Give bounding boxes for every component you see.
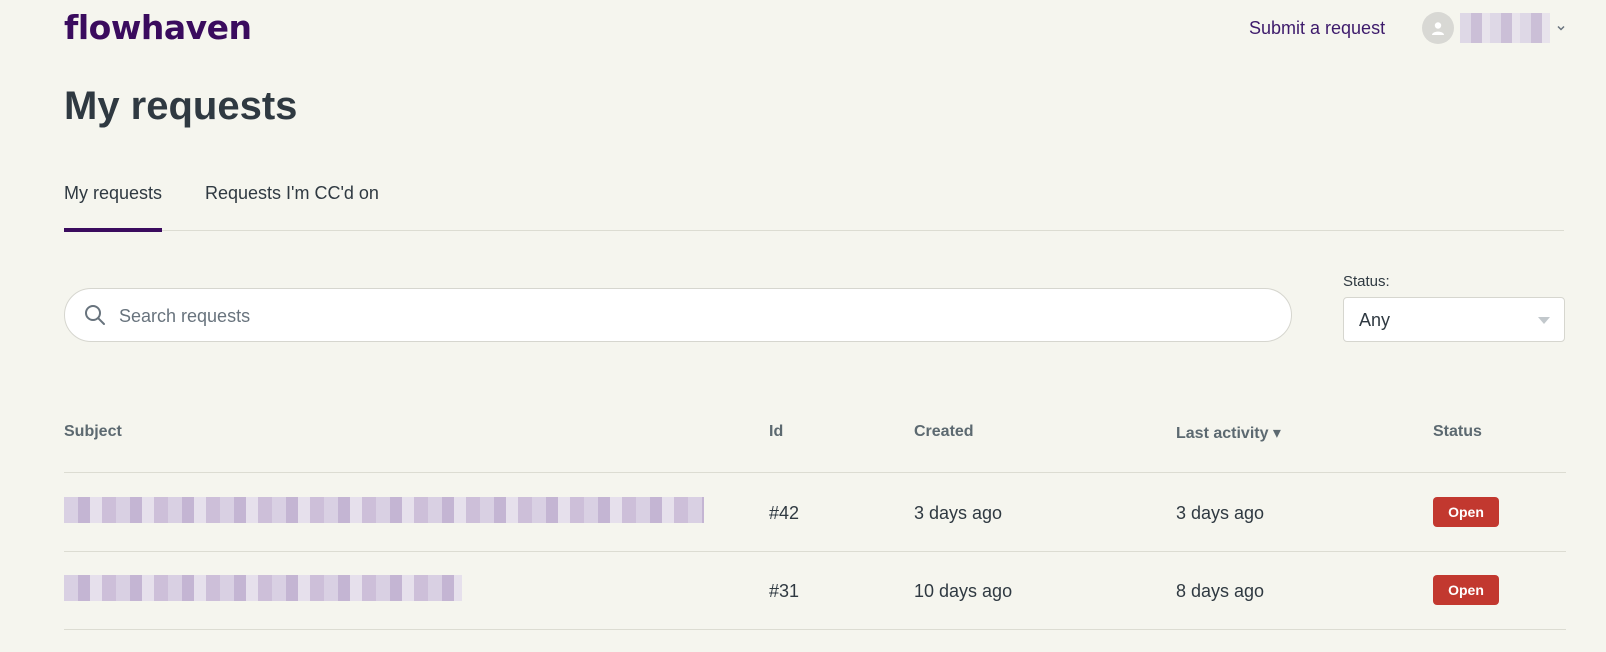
status-filter-value: Any [1359,310,1391,330]
status-filter-label: Status: [1343,273,1390,290]
status-filter-select[interactable]: Any [1343,297,1565,342]
search-icon [85,305,105,325]
request-created: 10 days ago [914,581,1013,601]
request-id: #42 [769,503,800,523]
caret-down-icon [1538,317,1550,324]
request-subject-link[interactable] [64,575,462,601]
status-badge: Open [1433,575,1499,605]
chevron-down-icon [1557,25,1565,31]
search-input[interactable] [117,289,1271,343]
request-last-activity: 8 days ago [1176,581,1265,601]
request-last-activity: 3 days ago [1176,503,1265,523]
table-row: #31 10 days ago 8 days ago Open [64,551,1566,630]
requests-page: flowhaven Submit a request My requests M… [0,0,1606,652]
tab-ccd-requests[interactable]: Requests I'm CC'd on [205,182,379,204]
request-tabs: My requests Requests I'm CC'd on [64,170,1564,232]
column-header-created: Created [914,423,974,440]
request-id: #31 [769,581,800,601]
brand-logo[interactable]: flowhaven [64,6,252,50]
status-badge: Open [1433,497,1499,527]
submit-request-link[interactable]: Submit a request [1249,17,1385,39]
request-created: 3 days ago [914,503,1003,523]
table-header: Subject Id Created Last activity ▾ Statu… [64,410,1566,473]
column-header-status: Status [1433,423,1482,440]
column-header-subject: Subject [64,423,122,440]
request-subject-link[interactable] [64,497,704,523]
column-header-last-activity[interactable]: Last activity ▾ [1176,423,1281,443]
column-header-id: Id [769,423,784,440]
table-row: #42 3 days ago 3 days ago Open [64,473,1566,552]
user-name [1460,13,1550,43]
search-box [64,288,1292,343]
user-icon [1422,12,1454,44]
tab-my-requests[interactable]: My requests [64,182,163,232]
page-title: My requests [64,84,298,128]
user-menu[interactable] [1422,11,1566,45]
